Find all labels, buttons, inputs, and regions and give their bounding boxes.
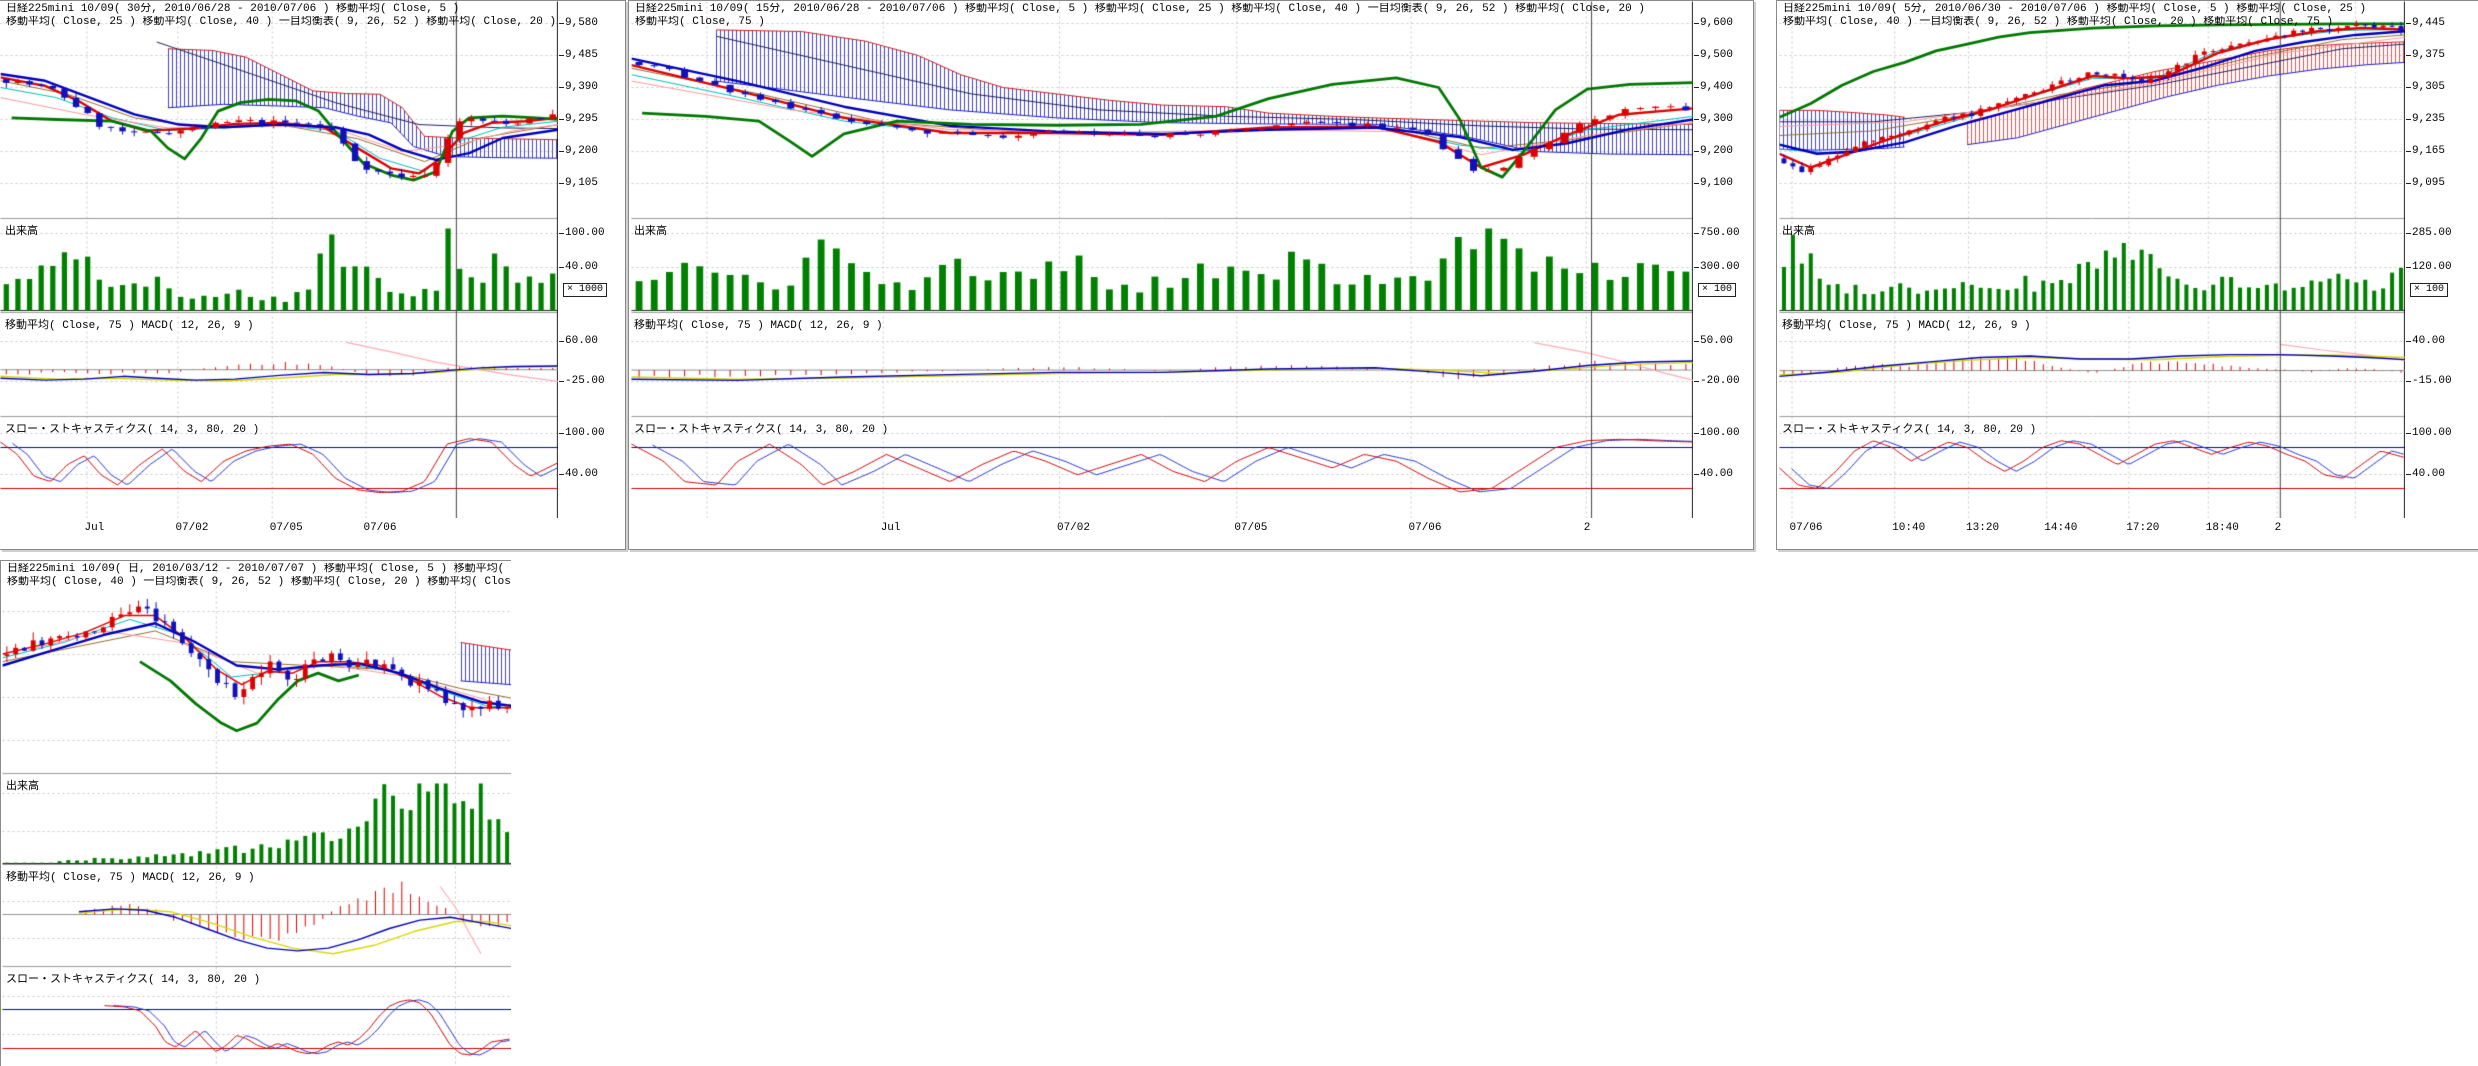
price-chart-canvas[interactable] bbox=[631, 1, 1693, 518]
x-axis-label: 17:20 bbox=[2126, 522, 2159, 534]
volume-scale-badge: × 1000 bbox=[563, 283, 607, 297]
macd-axis-label: -25.00 bbox=[565, 375, 605, 387]
price-axis-label: 9,600 bbox=[1700, 17, 1733, 29]
price-axis-label: 9,390 bbox=[565, 81, 598, 93]
chart-window-30min: 日経225mini 10/09( 30分, 2010/06/28 - 2010/… bbox=[0, 0, 626, 550]
macd-axis-label: 50.00 bbox=[1700, 335, 1733, 347]
price-axis-label: 9,500 bbox=[1700, 49, 1733, 61]
price-axis-label: 9,105 bbox=[565, 177, 598, 189]
x-axis-label: 10:40 bbox=[1892, 522, 1925, 534]
chart-legend: 移動平均( Close, 40 ) 一目均衡表( 9, 26, 52 ) 移動平… bbox=[1783, 16, 2478, 29]
volume-scale-badge: × 100 bbox=[2410, 283, 2448, 297]
price-axis-label: 9,200 bbox=[1700, 145, 1733, 157]
x-axis-label: 07/02 bbox=[1057, 522, 1090, 534]
chart-window-5min: 日経225mini 10/09( 5分, 2010/06/30 - 2010/0… bbox=[1776, 0, 2478, 550]
stoch-axis-label: 100.00 bbox=[565, 427, 605, 439]
stoch-axis-label: 40.00 bbox=[2412, 468, 2445, 480]
chart-window-15min: 日経225mini 10/09( 15分, 2010/06/28 - 2010/… bbox=[628, 0, 1754, 550]
trading-app-desktop: 日経225mini 10/09( 30分, 2010/06/28 - 2010/… bbox=[0, 0, 2478, 1066]
price-axis-label: 9,400 bbox=[1700, 81, 1733, 93]
x-axis-label: 07/05 bbox=[1234, 522, 1267, 534]
price-axis-label: 9,200 bbox=[565, 145, 598, 157]
price-axis-label: 9,095 bbox=[2412, 177, 2445, 189]
volume-axis-label: 750.00 bbox=[1700, 227, 1740, 239]
x-axis-label: Jul bbox=[881, 522, 901, 534]
x-axis-label: 2 bbox=[1584, 522, 1591, 534]
stoch-pane-label: スロー・ストキャスティクス( 14, 3, 80, 20 ) bbox=[1782, 420, 2036, 436]
stoch-axis-label: 40.00 bbox=[1700, 468, 1733, 480]
x-axis-label: 14:40 bbox=[2044, 522, 2077, 534]
x-axis-label: 2 bbox=[2275, 522, 2282, 534]
price-axis-label: 9,235 bbox=[2412, 113, 2445, 125]
volume-axis-label: 300.00 bbox=[1700, 261, 1740, 273]
volume-axis-label: 100.00 bbox=[565, 227, 605, 239]
stoch-axis-label: 100.00 bbox=[2412, 427, 2452, 439]
x-axis-label: 18:40 bbox=[2206, 522, 2239, 534]
volume-axis-label: 40.00 bbox=[565, 261, 598, 273]
x-axis-label: 07/06 bbox=[363, 522, 396, 534]
stoch-pane-label: スロー・ストキャスティクス( 14, 3, 80, 20 ) bbox=[634, 420, 888, 436]
chart-legend: 移動平均( Close, 75 ) bbox=[635, 16, 1753, 29]
stoch-pane-label: スロー・ストキャスティクス( 14, 3, 80, 20 ) bbox=[6, 970, 260, 986]
macd-pane-label: 移動平均( Close, 75 ) MACD( 12, 26, 9 ) bbox=[5, 316, 254, 332]
price-axis-label: 9,100 bbox=[1700, 177, 1733, 189]
price-chart-canvas[interactable] bbox=[1779, 1, 2405, 518]
chart-legend: 移動平均( Close, 25 ) 移動平均( Close, 40 ) 一目均衡… bbox=[6, 16, 625, 29]
macd-pane-label: 移動平均( Close, 75 ) MACD( 12, 26, 9 ) bbox=[1782, 316, 2031, 332]
price-axis-label: 9,375 bbox=[2412, 49, 2445, 61]
volume-pane-label: 出来高 bbox=[1782, 222, 1815, 238]
macd-axis-label: -15.00 bbox=[2412, 375, 2452, 387]
price-chart-canvas[interactable] bbox=[2, 561, 511, 1066]
price-axis-label: 9,300 bbox=[1700, 113, 1733, 125]
chart-title: 日経225mini 10/09( 15分, 2010/06/28 - 2010/… bbox=[635, 3, 1753, 16]
macd-axis-label: 40.00 bbox=[2412, 335, 2445, 347]
chart-title: 日経225mini 10/09( 30分, 2010/06/28 - 2010/… bbox=[6, 3, 625, 16]
volume-scale-badge: × 100 bbox=[1698, 283, 1736, 297]
chart-window-daily: 日経225mini 10/09( 日, 2010/03/12 - 2010/07… bbox=[0, 560, 511, 1066]
x-axis-label: Jul bbox=[84, 522, 104, 534]
volume-pane-label: 出来高 bbox=[6, 777, 39, 793]
volume-pane-label: 出来高 bbox=[5, 222, 38, 238]
price-axis-label: 9,305 bbox=[2412, 81, 2445, 93]
volume-axis-label: 285.00 bbox=[2412, 227, 2452, 239]
price-axis-label: 9,580 bbox=[565, 17, 598, 29]
price-axis-label: 9,445 bbox=[2412, 17, 2445, 29]
x-axis-label: 07/06 bbox=[1790, 522, 1823, 534]
chart-title: 日経225mini 10/09( 5分, 2010/06/30 - 2010/0… bbox=[1783, 3, 2478, 16]
macd-pane-label: 移動平均( Close, 75 ) MACD( 12, 26, 9 ) bbox=[6, 868, 255, 884]
price-axis-label: 9,295 bbox=[565, 113, 598, 125]
x-axis-label: 07/05 bbox=[270, 522, 303, 534]
macd-pane-label: 移動平均( Close, 75 ) MACD( 12, 26, 9 ) bbox=[634, 316, 883, 332]
macd-axis-label: 60.00 bbox=[565, 335, 598, 347]
chart-legend: 移動平均( Close, 40 ) 一目均衡表( 9, 26, 52 ) 移動平… bbox=[7, 576, 511, 589]
stoch-axis-label: 100.00 bbox=[1700, 427, 1740, 439]
price-chart-canvas[interactable] bbox=[0, 1, 558, 518]
stoch-pane-label: スロー・ストキャスティクス( 14, 3, 80, 20 ) bbox=[5, 420, 259, 436]
price-axis-label: 9,485 bbox=[565, 49, 598, 61]
price-axis-label: 9,165 bbox=[2412, 145, 2445, 157]
volume-axis-label: 120.00 bbox=[2412, 261, 2452, 273]
x-axis-label: 13:20 bbox=[1966, 522, 1999, 534]
x-axis-label: 07/02 bbox=[175, 522, 208, 534]
stoch-axis-label: 40.00 bbox=[565, 468, 598, 480]
x-axis-label: 07/06 bbox=[1409, 522, 1442, 534]
volume-pane-label: 出来高 bbox=[634, 222, 667, 238]
macd-axis-label: -20.00 bbox=[1700, 375, 1740, 387]
chart-title: 日経225mini 10/09( 日, 2010/03/12 - 2010/07… bbox=[7, 563, 511, 576]
